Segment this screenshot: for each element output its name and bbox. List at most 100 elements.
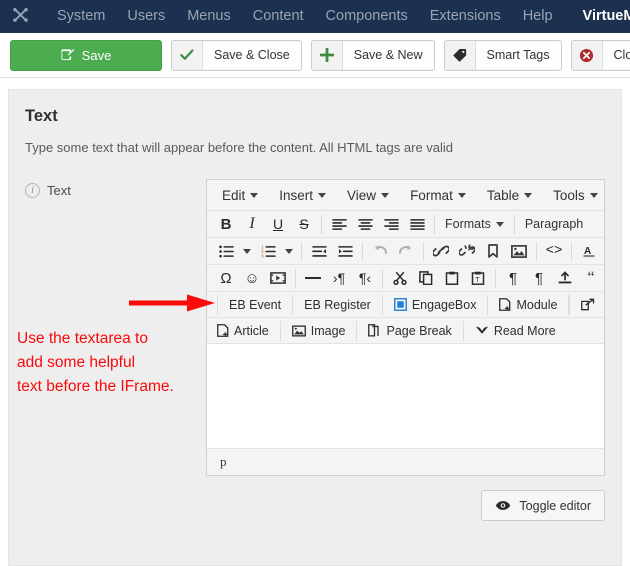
align-right-icon[interactable] xyxy=(378,212,404,236)
bold-icon[interactable]: B xyxy=(213,212,239,236)
toolbar-divider xyxy=(362,242,363,261)
menu-tools[interactable]: Tools xyxy=(544,181,604,210)
nav-item-help[interactable]: Help xyxy=(512,0,564,33)
paragraph-style-dropdown[interactable]: Paragraph xyxy=(519,212,604,236)
image-icon xyxy=(292,325,306,337)
smart-tags-button[interactable]: Smart Tags xyxy=(444,40,562,71)
article-button[interactable]: Article xyxy=(213,321,280,341)
nav-item-system[interactable]: System xyxy=(46,0,116,33)
numbered-list-icon[interactable]: 123 xyxy=(255,239,281,263)
close-button[interactable]: Close xyxy=(571,40,630,71)
chevron-down-icon xyxy=(524,193,532,198)
menu-table[interactable]: Table xyxy=(478,181,541,210)
menu-edit-label: Edit xyxy=(222,181,245,210)
eb-event-button[interactable]: EB Event xyxy=(218,295,292,315)
nav-item-extensions[interactable]: Extensions xyxy=(419,0,512,33)
paste-icon[interactable] xyxy=(439,266,465,290)
engagebox-label: EngageBox xyxy=(412,298,477,312)
menu-insert[interactable]: Insert xyxy=(270,181,335,210)
check-icon xyxy=(172,41,203,70)
chevron-down-icon xyxy=(381,193,389,198)
outdent-icon[interactable] xyxy=(306,239,332,263)
strikethrough-icon[interactable]: S xyxy=(291,212,317,236)
text-color-icon[interactable]: A xyxy=(576,239,602,263)
editor-content-area[interactable] xyxy=(207,344,604,448)
italic-icon[interactable]: I xyxy=(239,212,265,236)
media-icon[interactable] xyxy=(265,266,291,290)
cut-icon[interactable] xyxy=(387,266,413,290)
nav-item-menus[interactable]: Menus xyxy=(176,0,242,33)
menu-view[interactable]: View xyxy=(338,181,398,210)
module-button[interactable]: Module xyxy=(488,295,568,315)
svg-text:T: T xyxy=(475,277,480,284)
unlink-icon[interactable] xyxy=(454,239,480,263)
article-icon xyxy=(217,324,229,337)
toolbar-divider xyxy=(536,242,537,261)
align-justify-icon[interactable] xyxy=(404,212,430,236)
save-button[interactable]: Save xyxy=(10,40,162,71)
svg-text:3: 3 xyxy=(261,253,264,257)
quote-icon[interactable]: “ xyxy=(578,266,604,290)
text-field-label-text: Text xyxy=(47,183,71,198)
page-break-button[interactable]: Page Break xyxy=(357,321,462,341)
save-and-close-button[interactable]: Save & Close xyxy=(171,40,302,71)
template-icon[interactable] xyxy=(552,266,578,290)
source-code-icon[interactable]: <> xyxy=(541,239,567,263)
indent-icon[interactable] xyxy=(332,239,358,263)
share-button[interactable] xyxy=(570,295,604,315)
plus-icon xyxy=(312,41,343,70)
redo-icon[interactable] xyxy=(393,239,419,263)
joomla-logo-icon[interactable] xyxy=(10,7,30,27)
chevron-down-icon[interactable] xyxy=(281,239,297,263)
editor-menubar: Edit Insert View Format xyxy=(207,180,604,211)
show-blocks-icon[interactable]: ¶ xyxy=(500,266,526,290)
copy-icon[interactable] xyxy=(413,266,439,290)
eb-register-button[interactable]: EB Register xyxy=(293,295,382,315)
nav-item-components[interactable]: Components xyxy=(315,0,419,33)
nav-brand-virtuemart[interactable]: VirtueMa xyxy=(564,0,630,33)
bullet-list-icon[interactable] xyxy=(213,239,239,263)
toolbar-divider xyxy=(321,215,322,234)
link-icon[interactable] xyxy=(428,239,454,263)
share-icon xyxy=(581,298,595,311)
editor-statusbar: p xyxy=(207,448,604,475)
article-label: Article xyxy=(234,324,269,338)
nav-item-users[interactable]: Users xyxy=(116,0,176,33)
menu-edit[interactable]: Edit xyxy=(213,181,267,210)
paste-text-icon[interactable]: T xyxy=(465,266,491,290)
undo-icon[interactable] xyxy=(367,239,393,263)
paragraph-mark-icon[interactable]: ¶ xyxy=(526,266,552,290)
toggle-editor-label: Toggle editor xyxy=(519,499,591,513)
save-and-new-button[interactable]: Save & New xyxy=(311,40,435,71)
emoticon-icon[interactable]: ☺ xyxy=(239,266,265,290)
eb-register-label: EB Register xyxy=(304,298,371,312)
read-more-icon xyxy=(475,325,489,336)
field-label-column: i Text xyxy=(25,179,206,198)
annotation-text: Use the textarea to add some helpful tex… xyxy=(17,327,217,399)
info-icon[interactable]: i xyxy=(25,183,40,198)
align-center-icon[interactable] xyxy=(352,212,378,236)
image-insert-button[interactable]: Image xyxy=(281,321,357,341)
menu-tools-label: Tools xyxy=(553,181,585,210)
image-icon[interactable] xyxy=(506,239,532,263)
menu-format[interactable]: Format xyxy=(401,181,475,210)
formats-dropdown[interactable]: Formats xyxy=(439,212,510,236)
toggle-editor-button[interactable]: Toggle editor xyxy=(481,490,605,521)
chevron-down-icon[interactable] xyxy=(239,239,255,263)
horizontal-rule-icon[interactable] xyxy=(300,266,326,290)
menu-format-label: Format xyxy=(410,181,453,210)
read-more-button[interactable]: Read More xyxy=(464,321,567,341)
special-character-icon[interactable]: Ω xyxy=(213,266,239,290)
element-path[interactable]: p xyxy=(220,454,227,470)
save-and-new-label: Save & New xyxy=(343,42,434,69)
engagebox-button[interactable]: EngageBox xyxy=(383,295,488,315)
align-left-icon[interactable] xyxy=(326,212,352,236)
rtl-icon[interactable]: ¶‹ xyxy=(352,266,378,290)
underline-icon[interactable]: U xyxy=(265,212,291,236)
ltr-icon[interactable]: ›¶ xyxy=(326,266,352,290)
nav-item-content[interactable]: Content xyxy=(242,0,315,33)
anchor-icon[interactable] xyxy=(480,239,506,263)
chevron-down-icon xyxy=(250,193,258,198)
eb-event-label: EB Event xyxy=(229,298,281,312)
editor-plugin-row-2: Article Image xyxy=(207,318,604,344)
